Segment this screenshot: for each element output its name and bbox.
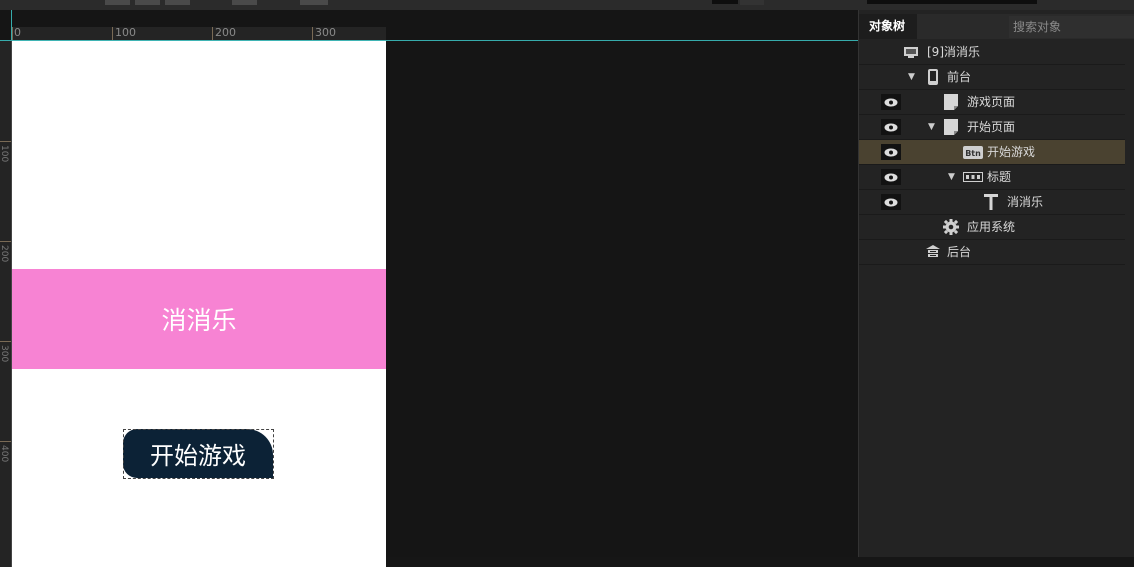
start-game-button-label: 开始游戏: [150, 442, 246, 470]
toolbar-button[interactable]: [165, 0, 190, 5]
toolbar-color-swatch[interactable]: [740, 0, 764, 5]
tree-item-label: 前台: [947, 70, 972, 84]
ruler-label: 300: [315, 26, 336, 39]
start-page-artboard[interactable]: 消消乐 开始游戏: [12, 41, 386, 567]
button-icon: Btn: [963, 144, 983, 160]
design-canvas[interactable]: 0 100 200 300 100 200 300 400 消消乐 开始游戏: [0, 10, 858, 567]
ruler-label: 100: [0, 145, 9, 163]
tree-item-label: 开始页面: [967, 120, 1016, 134]
project-icon: [903, 44, 919, 60]
object-tree: [9]消消乐 ▼ 前台 游戏页面 ▼ 开始页面 Btn 开始游戏 ▼ 标题 消消…: [859, 40, 1125, 265]
top-ruler: 0 100 200 300: [12, 27, 386, 41]
text-icon: [983, 194, 999, 210]
tree-item-title-container[interactable]: ▼ 标题: [859, 165, 1125, 190]
tab-object-tree[interactable]: 对象树: [859, 14, 917, 39]
tree-item-backend[interactable]: 后台: [859, 240, 1125, 265]
toolbar-button[interactable]: [232, 0, 257, 5]
container-icon: [963, 169, 983, 185]
title-container[interactable]: 消消乐: [12, 269, 386, 369]
tree-item-label: 游戏页面: [967, 95, 1016, 109]
toolbar-color-swatch[interactable]: [712, 0, 738, 4]
ruler-label: 200: [215, 26, 236, 39]
visibility-eye-icon[interactable]: [881, 194, 901, 210]
tree-item-label: 后台: [947, 245, 972, 259]
tree-item-game-page[interactable]: 游戏页面: [859, 90, 1125, 115]
tree-item-project[interactable]: [9]消消乐: [859, 40, 1125, 65]
chevron-down-icon[interactable]: ▼: [928, 115, 935, 139]
tree-item-label: 应用系统: [967, 220, 1016, 234]
gear-icon: [943, 219, 959, 235]
ruler-label: 0: [14, 26, 21, 39]
server-icon: [925, 244, 941, 260]
toolbar-button[interactable]: [105, 0, 130, 5]
tree-item-frontend[interactable]: ▼ 前台: [859, 65, 1125, 90]
search-object-input[interactable]: [1009, 16, 1134, 38]
tree-item-label: [9]消消乐: [927, 45, 980, 59]
ruler-label: 100: [115, 26, 136, 39]
toolbar-button[interactable]: [135, 0, 160, 5]
visibility-eye-icon[interactable]: [881, 119, 901, 135]
tree-item-app-system[interactable]: 应用系统: [859, 215, 1125, 240]
tree-item-title-text[interactable]: 消消乐: [859, 190, 1125, 215]
tree-item-label: 开始游戏: [987, 145, 1036, 159]
page-icon: [943, 94, 959, 110]
title-text[interactable]: 消消乐: [161, 301, 236, 337]
tree-item-start-page[interactable]: ▼ 开始页面: [859, 115, 1125, 140]
page-icon: [943, 119, 959, 135]
visibility-eye-icon[interactable]: [881, 169, 901, 185]
panel-header: 对象树: [859, 14, 1134, 39]
ruler-label: 200: [0, 245, 9, 263]
toolbar-button[interactable]: [300, 0, 328, 5]
chevron-down-icon[interactable]: ▼: [908, 65, 915, 89]
phone-icon: [925, 69, 941, 85]
visibility-eye-icon[interactable]: [881, 144, 901, 160]
chevron-down-icon[interactable]: ▼: [948, 165, 955, 189]
start-game-button[interactable]: 开始游戏: [123, 429, 273, 478]
tree-item-start-game-button[interactable]: Btn 开始游戏: [859, 140, 1125, 165]
object-tree-panel: 对象树 [9]消消乐 ▼ 前台 游戏页面: [858, 10, 1134, 557]
toolbar-field[interactable]: [867, 0, 1037, 4]
ruler-label: 400: [0, 445, 9, 463]
ruler-label: 300: [0, 345, 9, 363]
svg-text:Btn: Btn: [965, 149, 981, 158]
visibility-eye-icon[interactable]: [881, 94, 901, 110]
tree-item-label: 标题: [987, 170, 1012, 184]
tree-item-label: 消消乐: [1007, 195, 1044, 209]
left-ruler: 100 200 300 400: [0, 41, 12, 567]
